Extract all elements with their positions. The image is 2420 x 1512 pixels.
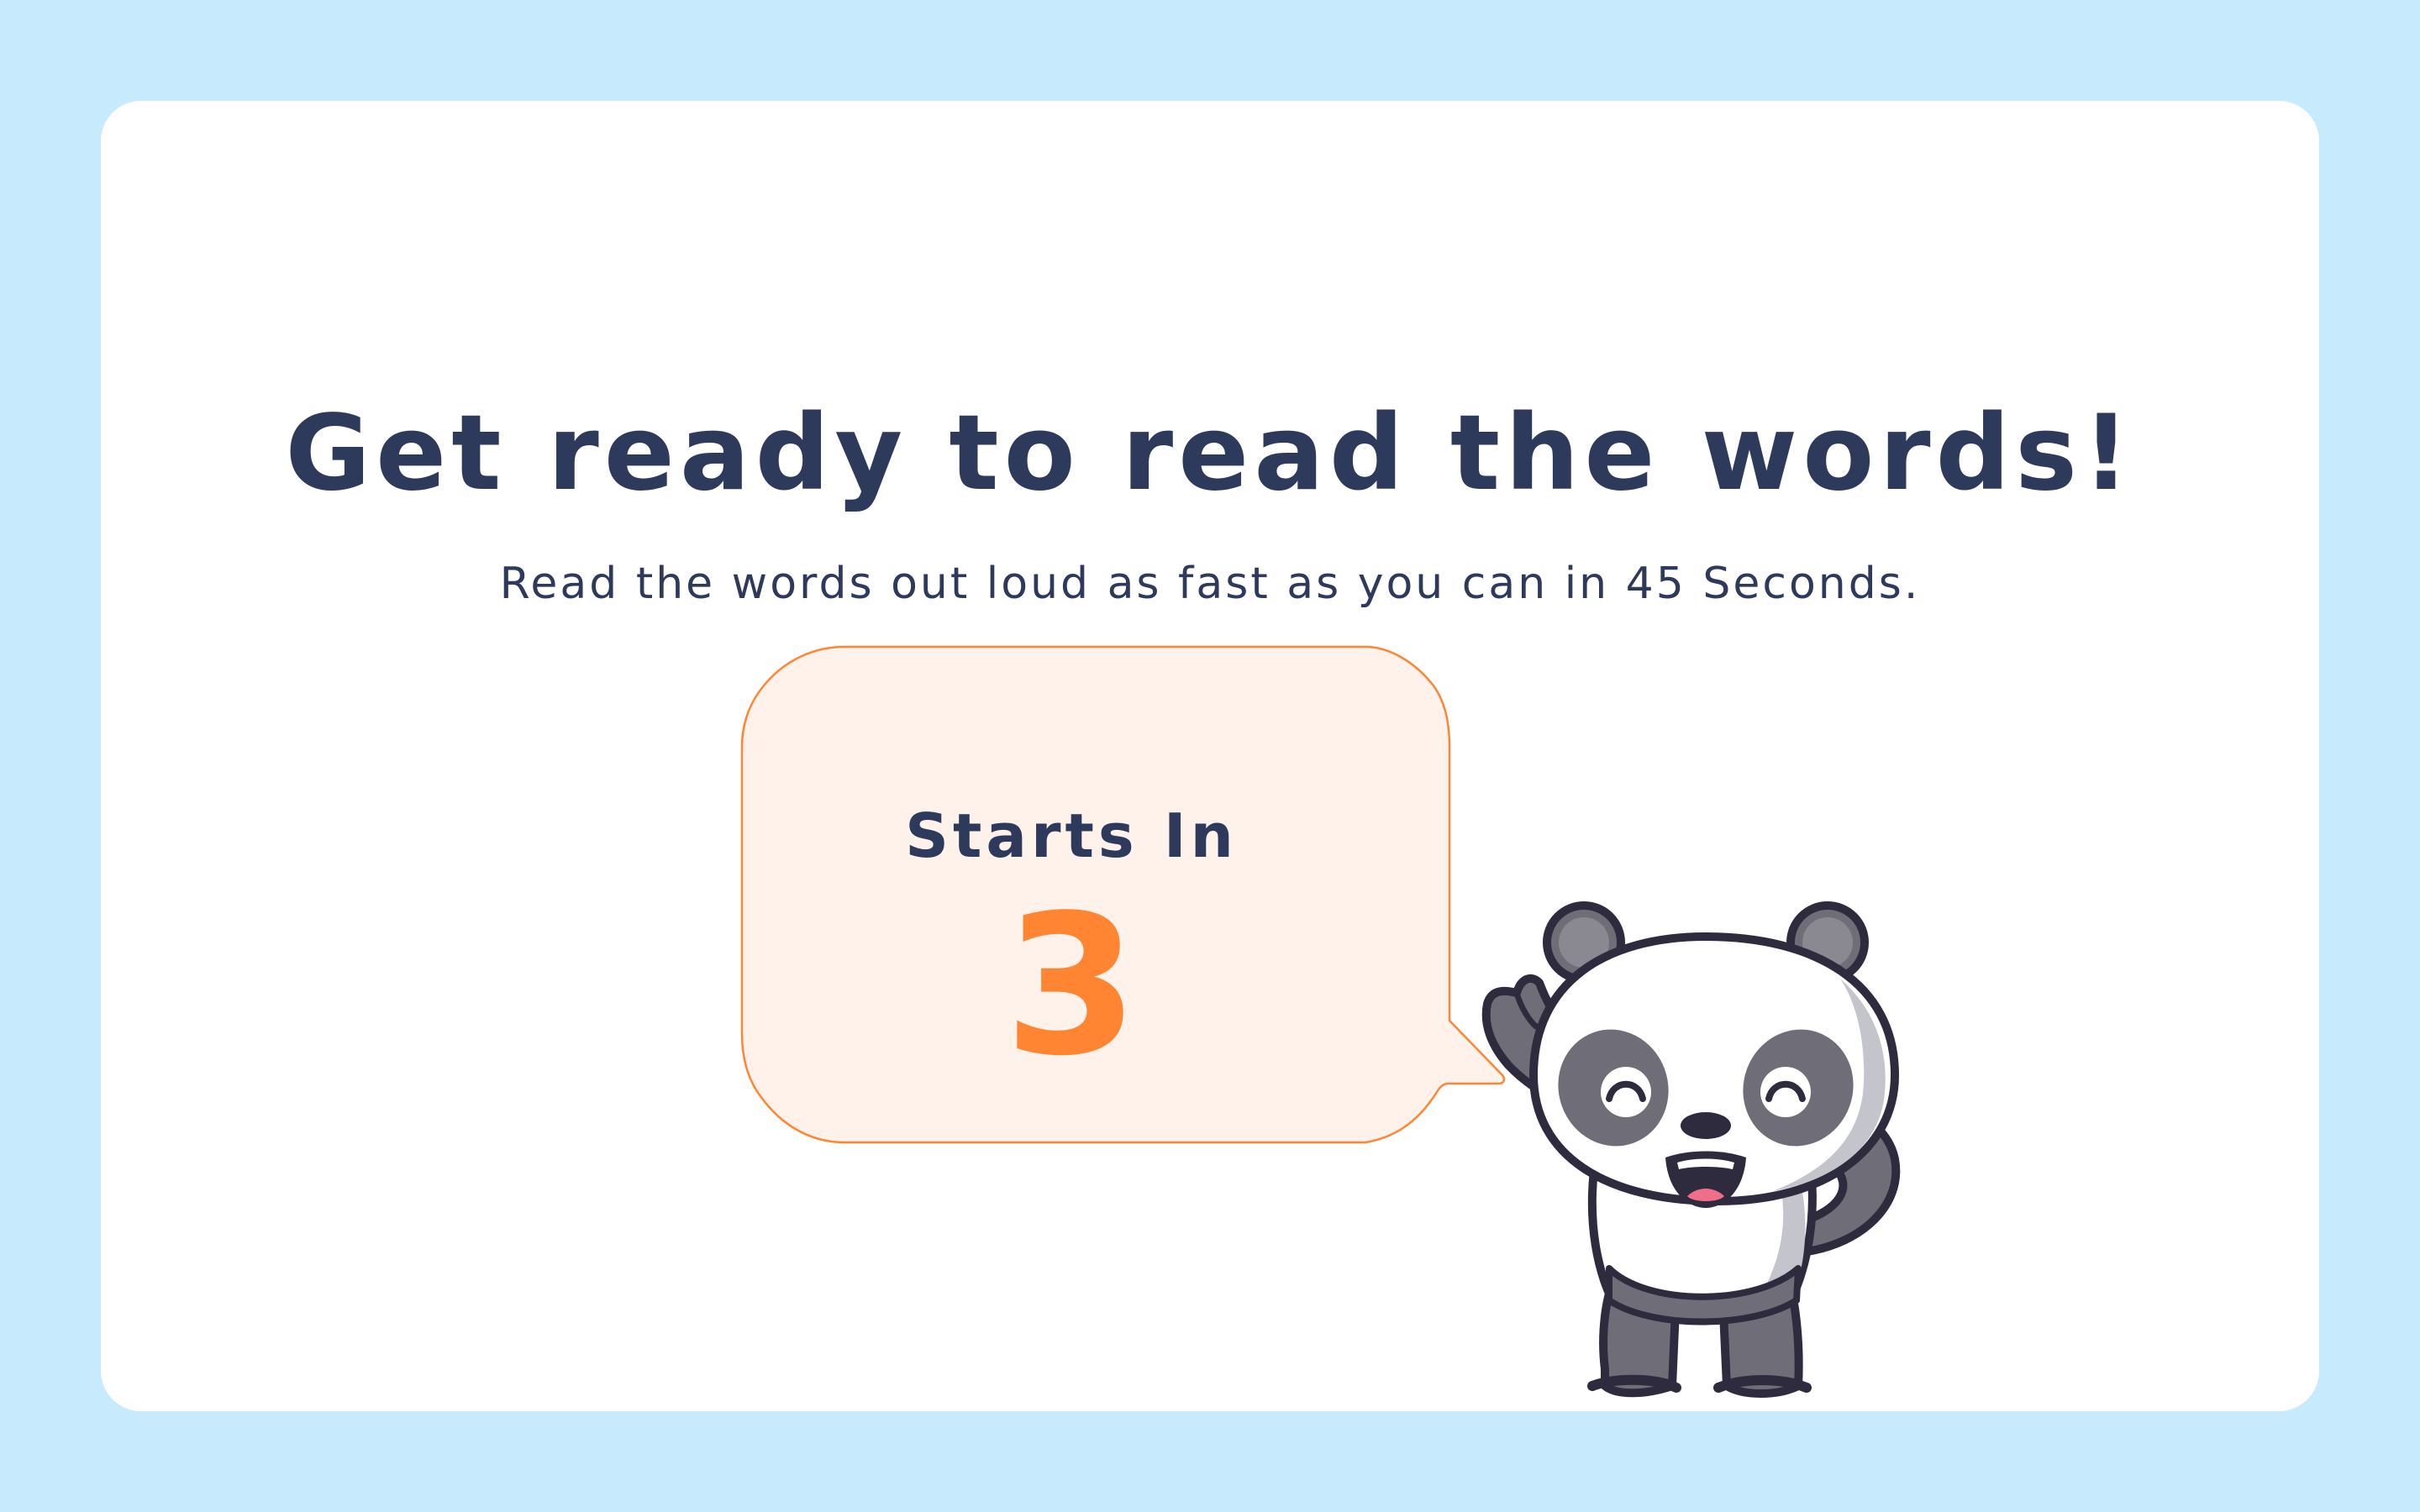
countdown-label: Starts In [905, 801, 1238, 871]
countdown-number: 3 [1003, 874, 1139, 1099]
instructions-text: Read the words out loud as fast as you c… [499, 559, 1921, 609]
panda-mascot-icon [1437, 798, 2042, 1411]
instruction-card: Get ready to read the words! Read the wo… [101, 101, 2319, 1411]
page-title: Get ready to read the words! [285, 393, 2135, 514]
